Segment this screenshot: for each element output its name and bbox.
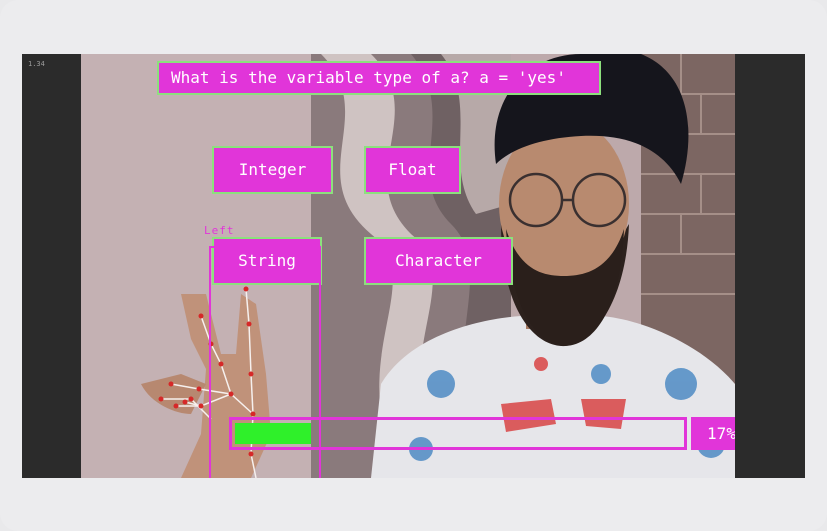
option-integer-button[interactable]: Integer bbox=[212, 146, 333, 194]
hand-detection-label: Left bbox=[204, 224, 235, 237]
progress-bar-fill bbox=[235, 423, 311, 444]
option-float-button[interactable]: Float bbox=[364, 146, 461, 194]
option-character-button[interactable]: Character bbox=[364, 237, 513, 285]
progress-percent-label: 17% bbox=[691, 417, 735, 450]
fps-readout: 1.34 bbox=[28, 60, 45, 68]
progress-bar bbox=[229, 417, 687, 450]
webcam-feed: What is the variable type of a? a = 'yes… bbox=[81, 54, 735, 478]
app-window: 1.34 What is the variable type of a? a =… bbox=[0, 0, 827, 531]
camera-frame: 1.34 What is the variable type of a? a =… bbox=[22, 54, 805, 478]
question-box: What is the variable type of a? a = 'yes… bbox=[157, 61, 601, 95]
